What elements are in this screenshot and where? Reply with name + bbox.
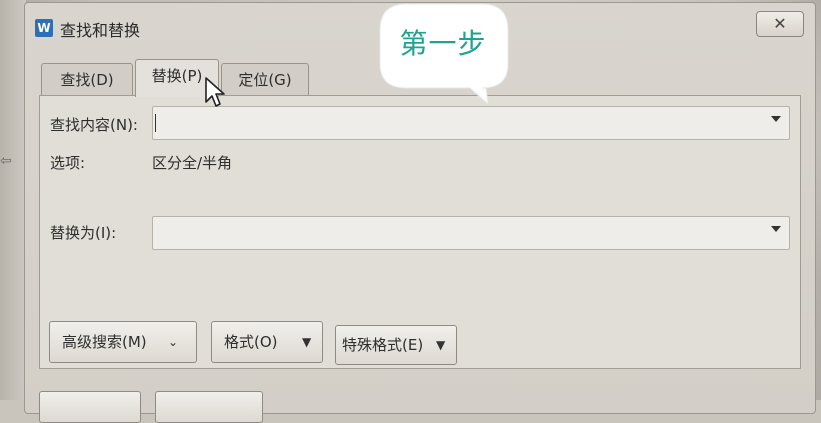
options-label: 选项: bbox=[50, 154, 86, 172]
tab-goto-label: 定位(G) bbox=[238, 71, 292, 89]
double-chevron-icon: ⌄ bbox=[168, 335, 179, 349]
text-caret bbox=[155, 114, 156, 132]
mouse-pointer-icon bbox=[205, 77, 225, 107]
format-label: 格式(O) bbox=[224, 333, 278, 351]
special-format-button[interactable]: 特殊格式(E) ▼ bbox=[335, 325, 457, 365]
wps-writer-icon: W bbox=[35, 19, 53, 37]
find-what-label: 查找内容(N): bbox=[50, 116, 138, 134]
replace-with-label: 替换为(I): bbox=[50, 224, 117, 242]
step-one-annotation: 第一步 bbox=[399, 27, 487, 60]
dialog-title: 查找和替换 bbox=[60, 21, 141, 40]
special-format-label: 特殊格式(E) bbox=[342, 336, 424, 354]
chevron-down-icon: ▼ bbox=[436, 338, 446, 352]
tab-find[interactable]: 查找(D) bbox=[41, 63, 133, 96]
chevron-down-icon[interactable] bbox=[771, 226, 781, 232]
bottom-button-second[interactable] bbox=[155, 391, 263, 423]
tab-goto[interactable]: 定位(G) bbox=[221, 63, 309, 96]
advanced-search-button[interactable]: 高级搜索(M) ⌄ bbox=[49, 321, 197, 363]
tab-replace-label: 替换(P) bbox=[151, 67, 203, 85]
tab-find-label: 查找(D) bbox=[60, 71, 114, 89]
side-arrow-icon: ⇦ bbox=[0, 153, 12, 169]
chevron-down-icon[interactable] bbox=[771, 116, 781, 122]
replace-with-combobox[interactable] bbox=[152, 216, 790, 250]
document-window-edge: ⇦ bbox=[0, 0, 27, 400]
close-button[interactable]: ✕ bbox=[756, 11, 804, 37]
advanced-search-label: 高级搜索(M) bbox=[62, 333, 147, 351]
format-button[interactable]: 格式(O) ▼ bbox=[211, 321, 323, 363]
find-what-combobox[interactable] bbox=[152, 106, 790, 140]
options-value: 区分全/半角 bbox=[152, 154, 233, 172]
chevron-down-icon: ▼ bbox=[302, 335, 312, 349]
close-icon: ✕ bbox=[773, 14, 787, 33]
bottom-button-left[interactable] bbox=[39, 391, 141, 423]
